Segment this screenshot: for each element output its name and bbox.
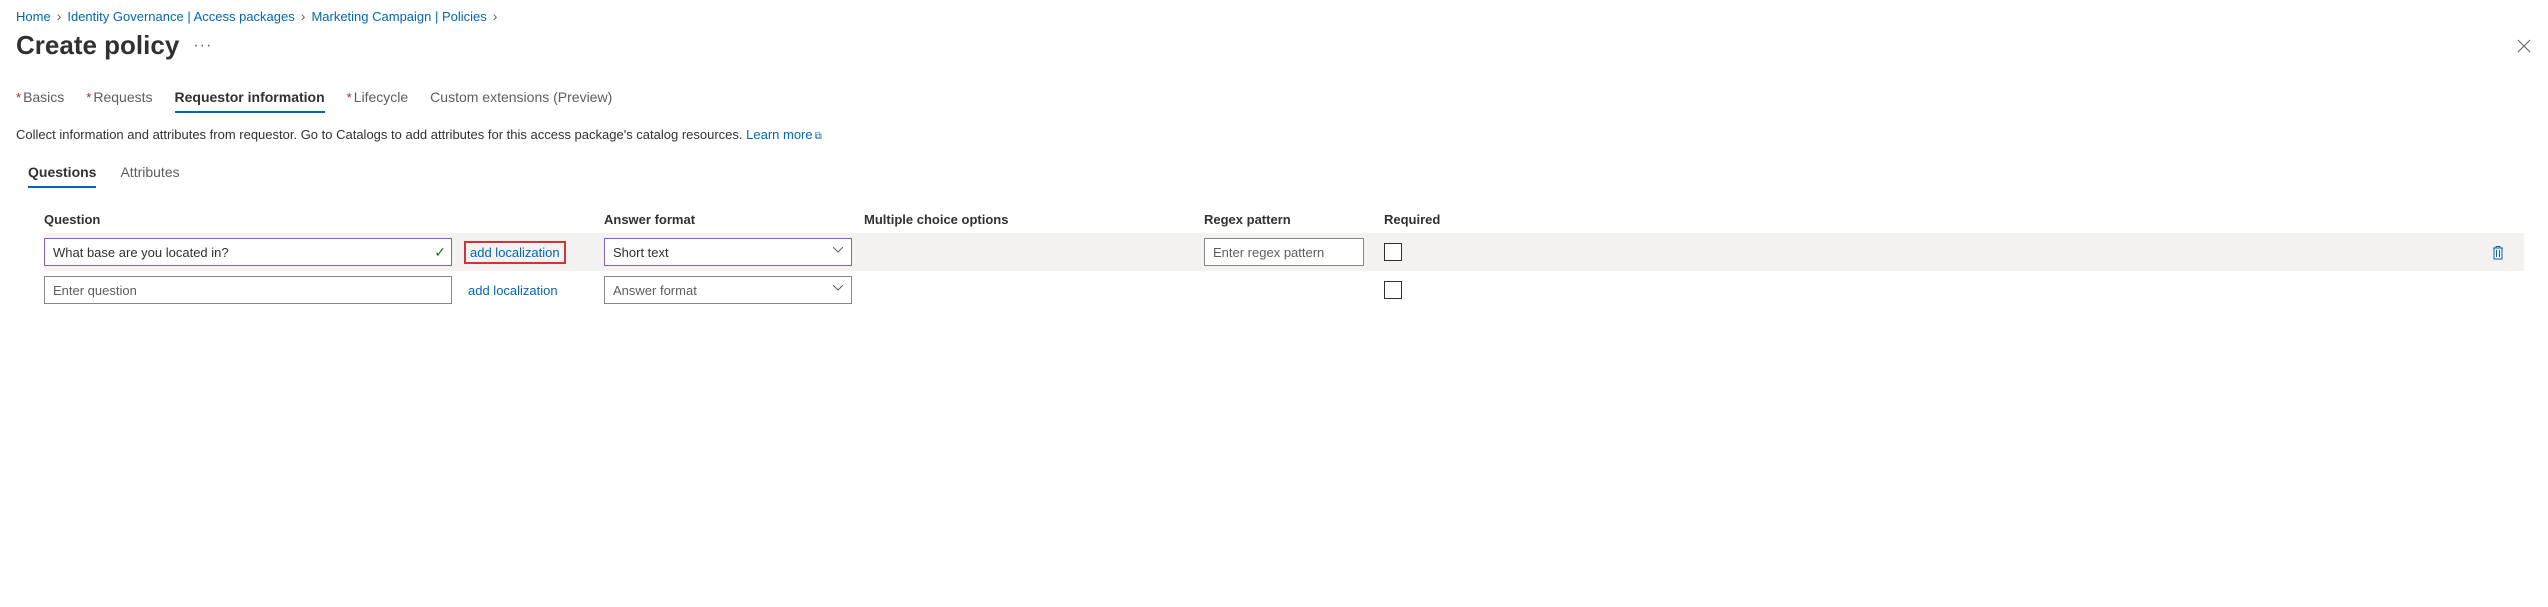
- page-title: Create policy: [16, 30, 179, 61]
- answer-format-placeholder: Answer format: [613, 283, 697, 298]
- add-localization-link[interactable]: add localization: [464, 281, 562, 300]
- required-cell: [1384, 281, 2484, 299]
- required-cell: [1384, 243, 2484, 261]
- main-tabs: * Basics * Requests Requestor informatio…: [16, 89, 2532, 113]
- tab-lifecycle[interactable]: * Lifecycle: [347, 89, 409, 113]
- more-actions-button[interactable]: ···: [193, 37, 212, 55]
- answer-format-value: Short text: [613, 245, 669, 260]
- required-checkbox[interactable]: [1384, 243, 1402, 261]
- tab-custom-ext-label: Custom extensions (Preview): [430, 89, 612, 105]
- required-indicator: *: [16, 90, 21, 105]
- learn-more-link[interactable]: Learn more⧉: [746, 127, 822, 142]
- breadcrumb-home[interactable]: Home: [16, 9, 51, 24]
- col-regex: Regex pattern: [1204, 212, 1384, 227]
- localization-cell: add localization: [464, 245, 604, 260]
- question-input[interactable]: [44, 238, 452, 266]
- tab-basics[interactable]: * Basics: [16, 89, 64, 113]
- close-icon: [2517, 39, 2531, 53]
- question-cell: ✓: [44, 238, 464, 266]
- breadcrumb: Home Identity Governance | Access packag…: [16, 8, 2532, 24]
- question-input[interactable]: [44, 276, 452, 304]
- breadcrumb-separator: [493, 8, 498, 24]
- tab-basics-label: Basics: [23, 89, 64, 105]
- tab-requestor-info-label: Requestor information: [175, 89, 325, 105]
- description-body: Collect information and attributes from …: [16, 127, 746, 142]
- description-text: Collect information and attributes from …: [16, 127, 2532, 142]
- tab-custom-extensions[interactable]: Custom extensions (Preview): [430, 89, 612, 113]
- required-indicator: *: [86, 90, 91, 105]
- answer-format-cell: Short text: [604, 238, 864, 266]
- close-button[interactable]: [2516, 38, 2532, 54]
- chevron-down-icon: [833, 247, 843, 257]
- chevron-down-icon: [833, 285, 843, 295]
- tab-requestor-information[interactable]: Requestor information: [175, 89, 325, 113]
- answer-format-cell: Answer format: [604, 276, 864, 304]
- tab-lifecycle-label: Lifecycle: [354, 89, 408, 105]
- regex-input[interactable]: [1204, 238, 1364, 266]
- add-localization-link[interactable]: add localization: [464, 241, 566, 264]
- table-row: ✓ add localization Short text: [44, 233, 2524, 271]
- required-indicator: *: [347, 90, 352, 105]
- tab-requests-label: Requests: [93, 89, 152, 105]
- regex-cell: [1204, 238, 1384, 266]
- subtab-attributes[interactable]: Attributes: [120, 164, 179, 188]
- subtab-questions[interactable]: Questions: [28, 164, 96, 188]
- col-multiple-choice: Multiple choice options: [864, 212, 1204, 227]
- answer-format-select[interactable]: Short text: [604, 238, 852, 266]
- required-checkbox[interactable]: [1384, 281, 1402, 299]
- tab-requests[interactable]: * Requests: [86, 89, 152, 113]
- trash-icon: [2491, 245, 2505, 260]
- table-row: add localization Answer format: [44, 271, 2524, 309]
- breadcrumb-separator: [301, 8, 306, 24]
- question-cell: [44, 276, 464, 304]
- sub-tabs: Questions Attributes: [16, 164, 2532, 188]
- external-link-icon: ⧉: [815, 131, 822, 142]
- delete-row-button[interactable]: [2484, 245, 2524, 260]
- breadcrumb-marketing-campaign[interactable]: Marketing Campaign | Policies: [311, 9, 486, 24]
- table-header: Question Answer format Multiple choice o…: [44, 206, 2524, 233]
- col-answer-format: Answer format: [604, 212, 864, 227]
- title-row: Create policy ···: [16, 30, 2532, 61]
- answer-format-select[interactable]: Answer format: [604, 276, 852, 304]
- localization-cell: add localization: [464, 283, 604, 298]
- col-required: Required: [1384, 212, 2484, 227]
- questions-table: Question Answer format Multiple choice o…: [44, 206, 2524, 309]
- breadcrumb-separator: [57, 8, 62, 24]
- col-question: Question: [44, 212, 464, 227]
- breadcrumb-identity-governance[interactable]: Identity Governance | Access packages: [67, 9, 294, 24]
